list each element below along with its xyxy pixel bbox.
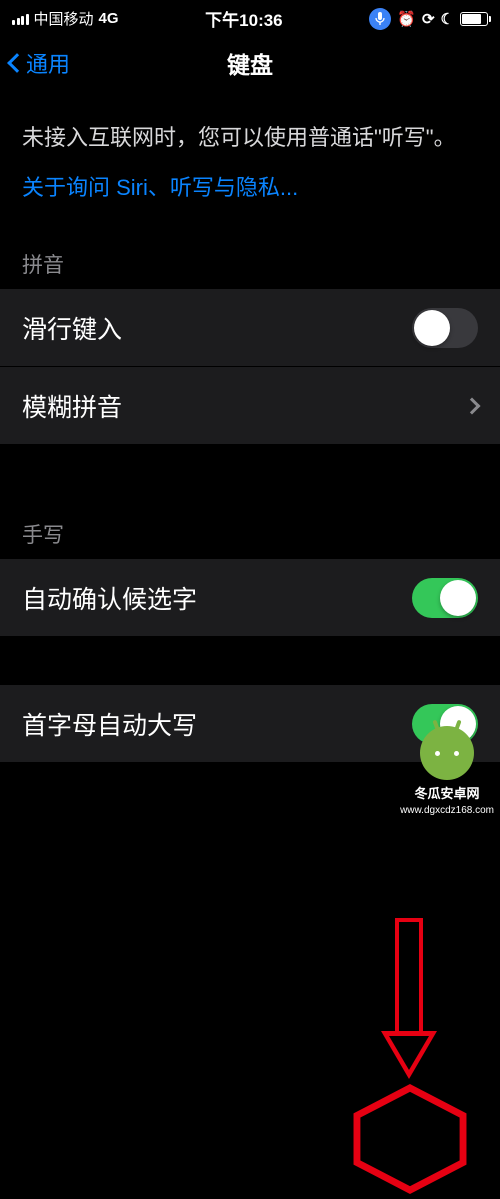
chevron-left-icon	[7, 53, 27, 73]
section-header-handwriting: 手写	[0, 493, 500, 559]
watermark-name: 冬瓜安卓网	[415, 783, 480, 802]
status-right: ⏰ ⟳ ☾	[369, 8, 488, 30]
annotation-arrowhead-icon	[381, 1031, 437, 1079]
clock: 下午10:36	[205, 6, 282, 31]
status-bar: 中国移动 4G 下午10:36 ⏰ ⟳ ☾	[0, 0, 500, 35]
dnd-icon: ☾	[441, 10, 454, 28]
info-text: 未接入互联网时，您可以使用普通话"听写"。	[22, 121, 478, 155]
section-header-pinyin: 拼音	[0, 223, 500, 289]
page-title: 键盘	[227, 46, 273, 80]
mic-icon	[369, 8, 391, 30]
auto-caps-label: 首字母自动大写	[22, 706, 197, 742]
watermark-logo-icon	[420, 726, 474, 780]
annotation-arrow-icon	[395, 918, 423, 1038]
network-label: 4G	[99, 10, 119, 27]
back-button[interactable]: 通用	[10, 47, 70, 79]
row-auto-confirm: 自动确认候选字	[0, 559, 500, 637]
toggle-knob	[414, 310, 450, 346]
toggle-knob	[440, 580, 476, 616]
watermark: 冬瓜安卓网 www.dgxcdz168.com	[400, 726, 494, 816]
row-fuzzy-pinyin[interactable]: 模糊拼音	[0, 367, 500, 445]
row-swipe-typing: 滑行键入	[0, 289, 500, 367]
carrier-label: 中国移动	[34, 8, 94, 29]
nav-header: 通用 键盘	[0, 35, 500, 91]
chevron-right-icon	[464, 397, 481, 414]
auto-confirm-label: 自动确认候选字	[22, 580, 197, 616]
battery-icon	[460, 12, 488, 26]
swipe-typing-toggle[interactable]	[412, 308, 478, 348]
swipe-typing-label: 滑行键入	[22, 310, 122, 346]
alarm-icon: ⏰	[397, 10, 416, 28]
fuzzy-pinyin-label: 模糊拼音	[22, 388, 122, 424]
annotation-hexagon-icon	[351, 1084, 469, 1194]
info-block: 未接入互联网时，您可以使用普通话"听写"。 关于询问 Siri、听写与隐私...	[0, 121, 500, 223]
back-label: 通用	[26, 47, 70, 79]
status-left: 中国移动 4G	[12, 8, 119, 29]
content: 未接入互联网时，您可以使用普通话"听写"。 关于询问 Siri、听写与隐私...…	[0, 91, 500, 763]
sync-icon: ⟳	[422, 10, 435, 28]
auto-confirm-toggle[interactable]	[412, 578, 478, 618]
siri-privacy-link[interactable]: 关于询问 Siri、听写与隐私...	[22, 171, 478, 205]
watermark-url: www.dgxcdz168.com	[400, 805, 494, 816]
signal-icon	[12, 12, 29, 25]
